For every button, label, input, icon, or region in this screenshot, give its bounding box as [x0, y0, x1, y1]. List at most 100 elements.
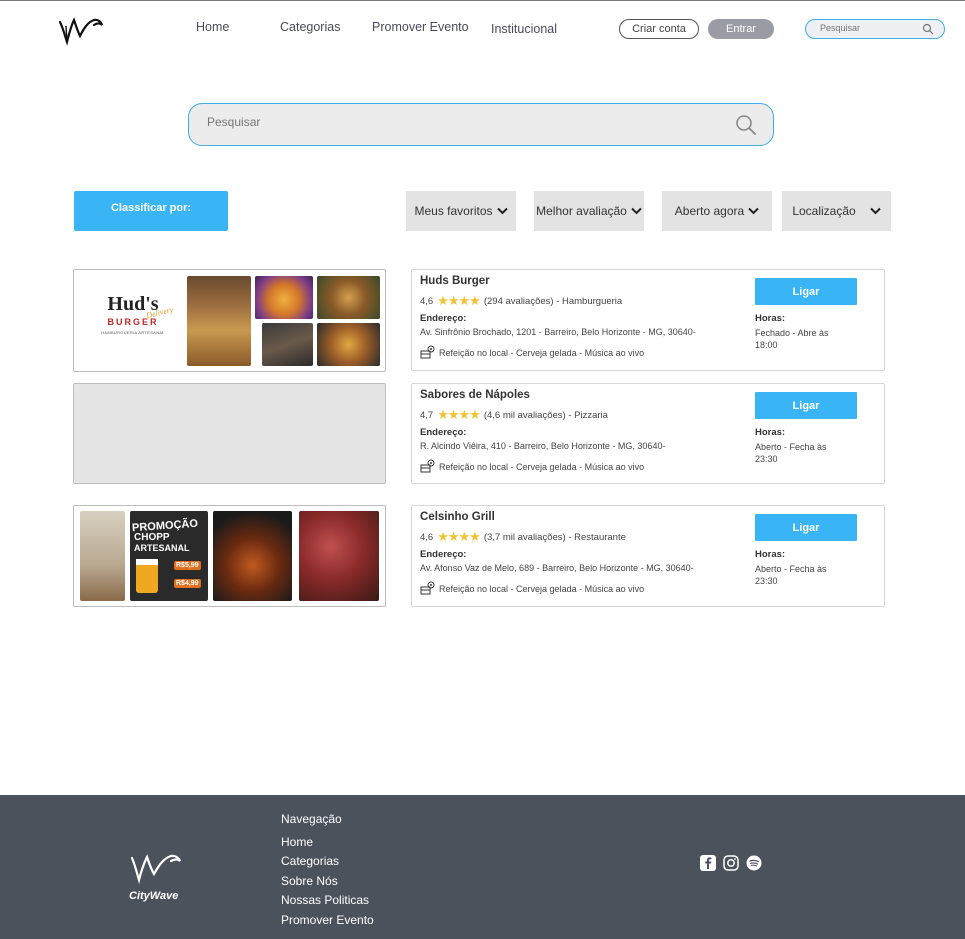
- restaurant-card[interactable]: Huds Burger 4,6 ★★★★ (294 avaliações) - …: [411, 269, 885, 371]
- restaurant-location-icon: [420, 459, 435, 473]
- promo-price: R$4,99: [174, 579, 201, 588]
- nav-home[interactable]: Home: [196, 20, 229, 34]
- footer: CityWave Navegação Home Categorias Sobre…: [0, 795, 965, 939]
- restaurant-location-icon: [420, 581, 435, 595]
- search-icon[interactable]: [735, 114, 757, 136]
- filter-localizacao[interactable]: Localização: [782, 191, 891, 231]
- star-rating-icon: ★★★★: [437, 293, 481, 308]
- top-border: [0, 0, 965, 1]
- rating-value: 4,6: [420, 531, 434, 543]
- nav-promover-evento[interactable]: Promover Evento: [372, 20, 469, 34]
- restaurant-rating: 4,6 ★★★★ (294 avaliações) - Hamburgueria: [420, 293, 622, 309]
- restaurant-name[interactable]: Huds Burger: [420, 275, 490, 287]
- login-button[interactable]: Entrar: [708, 19, 774, 39]
- features: Refeição no local - Cerveja gelada - Mús…: [420, 581, 644, 596]
- footer-link-promover-evento[interactable]: Promover Evento: [281, 913, 374, 927]
- citywave-logo-icon[interactable]: [129, 850, 183, 884]
- burger-photo[interactable]: [317, 276, 380, 319]
- filter-label: Localização: [792, 204, 856, 218]
- footer-link-politicas[interactable]: Nossas Politicas: [281, 893, 369, 907]
- chevron-down-icon: [869, 207, 881, 215]
- review-count: (294 avaliações) - Hamburgueria: [483, 295, 623, 307]
- restaurant-rating: 4,7 ★★★★ (4,6 mil avaliações) - Pizzaria: [420, 407, 608, 423]
- chevron-down-icon: [631, 207, 642, 215]
- filter-label: Aberto agora: [674, 204, 745, 218]
- call-button[interactable]: Ligar: [755, 278, 857, 305]
- restaurant-name[interactable]: Sabores de Nápoles: [420, 389, 530, 401]
- footer-brand: CityWave: [129, 890, 179, 902]
- review-count: (3,7 mil avaliações) - Restaurante: [483, 531, 626, 543]
- features-text: Refeição no local - Cerveja gelada - Mús…: [439, 461, 645, 472]
- restaurant-gallery[interactable]: PROMOÇÃO CHOPP ARTESANAL R$5,99 R$4,99: [73, 505, 386, 607]
- restaurant-gallery[interactable]: Hud's BURGER HAMBURGUERIA ARTESANAL Deli…: [73, 269, 386, 372]
- meat-photo[interactable]: [299, 511, 379, 601]
- hours-text: Aberto - Fecha às 23:30: [755, 564, 827, 586]
- chevron-down-icon: [748, 207, 759, 215]
- features-text: Refeição no local - Cerveja gelada - Mús…: [439, 583, 645, 594]
- filter-aberto-agora[interactable]: Aberto agora: [662, 191, 772, 231]
- filter-label: Melhor avaliação: [536, 204, 627, 218]
- address-label: Endereço:: [420, 549, 467, 560]
- promo-price: R$5,99: [174, 561, 201, 570]
- footer-nav-title: Navegação: [281, 812, 342, 826]
- star-rating-icon: ★★★★: [437, 529, 481, 544]
- hours-label: Horas:: [755, 549, 786, 560]
- features: Refeição no local - Cerveja gelada - Mús…: [420, 345, 644, 360]
- address-label: Endereço:: [420, 313, 467, 324]
- footer-link-home[interactable]: Home: [281, 835, 313, 849]
- address-text: R. Alcindo Viêira, 410 - Barreiro, Belo …: [420, 441, 666, 451]
- promo-line: ARTESANAL: [134, 543, 190, 553]
- create-account-button[interactable]: Criar conta: [619, 19, 699, 39]
- footer-link-sobre-nos[interactable]: Sobre Nós: [281, 874, 338, 888]
- promo-flyer[interactable]: PROMOÇÃO CHOPP ARTESANAL R$5,99 R$4,99: [130, 511, 208, 601]
- chevron-down-icon: [496, 207, 508, 215]
- restaurant-card[interactable]: Sabores de Nápoles 4,7 ★★★★ (4,6 mil ava…: [411, 383, 885, 484]
- beer-glass-icon: [136, 559, 158, 593]
- huds-logo: Hud's BURGER HAMBURGUERIA ARTESANAL Deli…: [88, 294, 178, 346]
- facebook-icon[interactable]: [700, 855, 716, 871]
- menu-photo[interactable]: [80, 511, 125, 601]
- rating-value: 4,6: [420, 295, 434, 307]
- spotify-icon[interactable]: [746, 855, 762, 871]
- interior-photo[interactable]: [262, 323, 313, 366]
- review-count: (4,6 mil avaliações) - Pizzaria: [483, 409, 608, 421]
- search-icon[interactable]: [922, 23, 934, 35]
- hours-label: Horas:: [755, 313, 786, 324]
- restaurant-card[interactable]: Celsinho Grill 4,6 ★★★★ (3,7 mil avaliaç…: [411, 505, 885, 607]
- main-search-input[interactable]: [207, 115, 707, 129]
- huds-logo-tag: HAMBURGUERIA ARTESANAL: [101, 330, 165, 335]
- address-label: Endereço:: [420, 427, 467, 438]
- restaurant-location-icon: [420, 345, 435, 359]
- dish-photo[interactable]: [213, 511, 292, 601]
- call-button[interactable]: Ligar: [755, 392, 857, 419]
- filter-favoritos[interactable]: Meus favoritos: [406, 191, 516, 231]
- sort-by-button[interactable]: Classificar por:: [74, 191, 228, 231]
- promo-line: CHOPP: [134, 532, 170, 543]
- header-search-input[interactable]: [820, 23, 920, 33]
- header-search[interactable]: [805, 19, 945, 39]
- nav-categorias[interactable]: Categorias: [280, 20, 340, 34]
- main-search[interactable]: [188, 103, 774, 146]
- food-photo[interactable]: [255, 276, 313, 319]
- filter-label: Meus favoritos: [414, 204, 493, 218]
- restaurant-name[interactable]: Celsinho Grill: [420, 511, 495, 523]
- instagram-icon[interactable]: [723, 855, 739, 871]
- burger-photo[interactable]: [317, 323, 380, 366]
- call-button[interactable]: Ligar: [755, 514, 857, 541]
- footer-link-categorias[interactable]: Categorias: [281, 854, 339, 868]
- hours-text: Fechado - Abre às 18:00: [755, 328, 829, 350]
- huds-logo-sub: BURGER: [107, 317, 159, 327]
- citywave-logo-icon[interactable]: [58, 14, 104, 46]
- filter-melhor-avaliacao[interactable]: Melhor avaliação: [534, 191, 644, 231]
- restaurant-gallery-placeholder: [73, 383, 386, 484]
- food-photo[interactable]: [187, 276, 251, 366]
- nav-institucional[interactable]: Institucional: [491, 22, 557, 36]
- star-rating-icon: ★★★★: [437, 407, 481, 422]
- restaurant-rating: 4,6 ★★★★ (3,7 mil avaliações) - Restaura…: [420, 529, 626, 545]
- hours-text: Aberto - Fecha às 23:30: [755, 442, 827, 464]
- address-text: Av. Afonso Vaz de Melo, 689 - Barreiro, …: [420, 563, 694, 573]
- address-text: Av. Sinfrônio Brochado, 1201 - Barreiro,…: [420, 327, 696, 337]
- rating-value: 4,7: [420, 409, 434, 421]
- features-text: Refeição no local - Cerveja gelada - Mús…: [439, 347, 645, 358]
- hours-label: Horas:: [755, 427, 786, 438]
